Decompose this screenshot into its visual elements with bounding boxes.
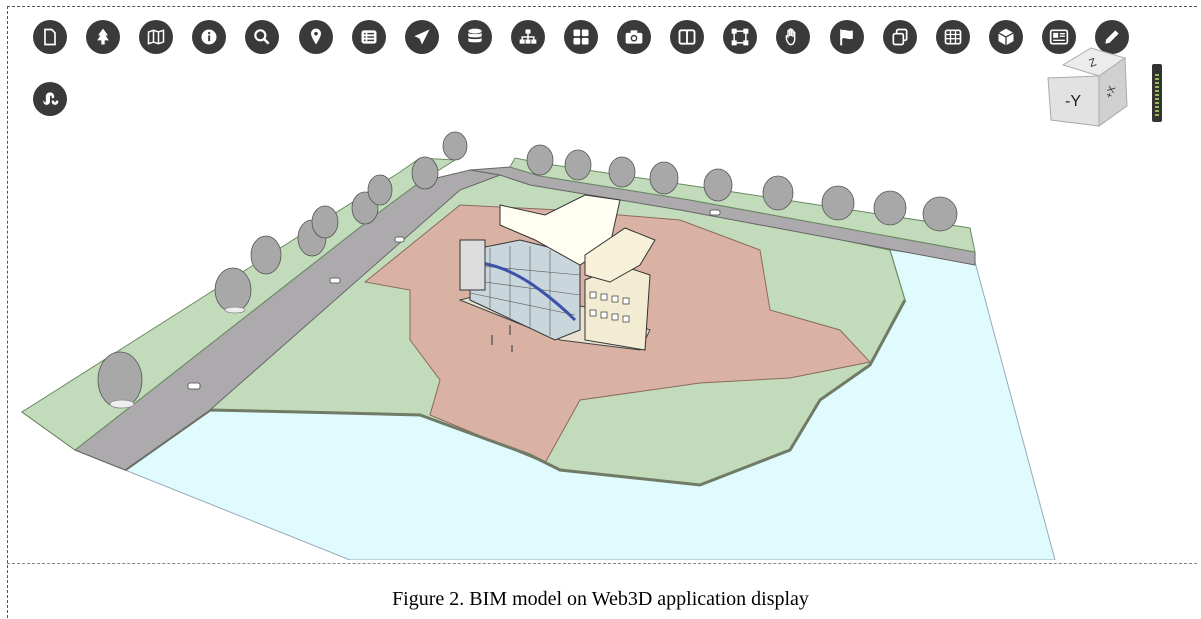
grid-icon <box>573 29 589 45</box>
tree <box>97 351 143 409</box>
tree <box>649 161 679 195</box>
location-pin-icon <box>310 28 321 45</box>
send-icon <box>414 29 430 45</box>
car <box>329 277 341 284</box>
map-icon <box>147 29 165 45</box>
tree <box>214 267 252 314</box>
tree <box>311 205 339 239</box>
send-button[interactable] <box>404 20 439 54</box>
location-pin-button[interactable] <box>298 20 333 54</box>
tree <box>526 144 554 176</box>
table-icon <box>944 29 962 45</box>
hand-button[interactable] <box>776 20 811 54</box>
bounding-box-button[interactable] <box>723 20 758 54</box>
flag-button[interactable] <box>829 20 864 54</box>
search-button[interactable] <box>245 20 280 54</box>
stair-tower <box>459 239 486 291</box>
zoom-slider[interactable] <box>1152 64 1162 122</box>
split-view-button[interactable] <box>670 20 705 54</box>
flag-icon <box>839 29 853 46</box>
tree-button[interactable] <box>86 20 121 54</box>
bounding-box-icon <box>731 28 749 46</box>
tree <box>442 131 468 161</box>
viewer-toolbar <box>0 0 1201 125</box>
car <box>187 382 201 390</box>
copy-icon <box>892 28 908 46</box>
car <box>394 236 405 243</box>
hierarchy-button[interactable] <box>510 20 545 54</box>
tree <box>250 235 282 275</box>
split-view-icon <box>678 29 696 45</box>
tree <box>367 174 393 206</box>
file-button[interactable] <box>33 20 67 54</box>
stumbleupon-button[interactable] <box>33 82 67 116</box>
copy-button[interactable] <box>882 20 917 54</box>
tree <box>564 149 592 181</box>
camera-icon <box>625 30 643 44</box>
tree <box>411 156 439 190</box>
car <box>709 209 721 216</box>
hierarchy-icon <box>519 29 537 44</box>
cube-icon <box>997 28 1014 46</box>
info-icon <box>201 29 217 45</box>
nav-cube-front-label: -Y <box>1065 93 1081 110</box>
database-button[interactable] <box>457 20 492 54</box>
tree <box>821 185 855 221</box>
stumbleupon-icon <box>43 92 59 105</box>
figure-divider <box>7 563 1197 564</box>
tree <box>873 190 907 226</box>
navigation-cube[interactable]: -Y Z +X <box>1043 40 1139 130</box>
camera-button[interactable] <box>617 20 652 54</box>
info-button[interactable] <box>192 20 227 54</box>
search-icon <box>254 29 270 45</box>
figure-caption: Figure 2. BIM model on Web3D application… <box>392 588 809 610</box>
tree <box>762 175 794 211</box>
table-button[interactable] <box>935 20 970 54</box>
grid-button[interactable] <box>564 20 598 54</box>
map-button[interactable] <box>139 20 174 54</box>
cube-button[interactable] <box>988 20 1023 54</box>
list-icon <box>361 30 377 44</box>
tree <box>608 156 636 188</box>
tree-icon <box>97 28 109 45</box>
zoom-slider-ticks <box>1155 74 1159 116</box>
file-icon <box>44 28 56 46</box>
list-button[interactable] <box>351 20 386 54</box>
tree <box>922 196 958 232</box>
hand-icon <box>786 28 796 46</box>
tree <box>703 168 733 202</box>
database-icon <box>468 28 482 43</box>
